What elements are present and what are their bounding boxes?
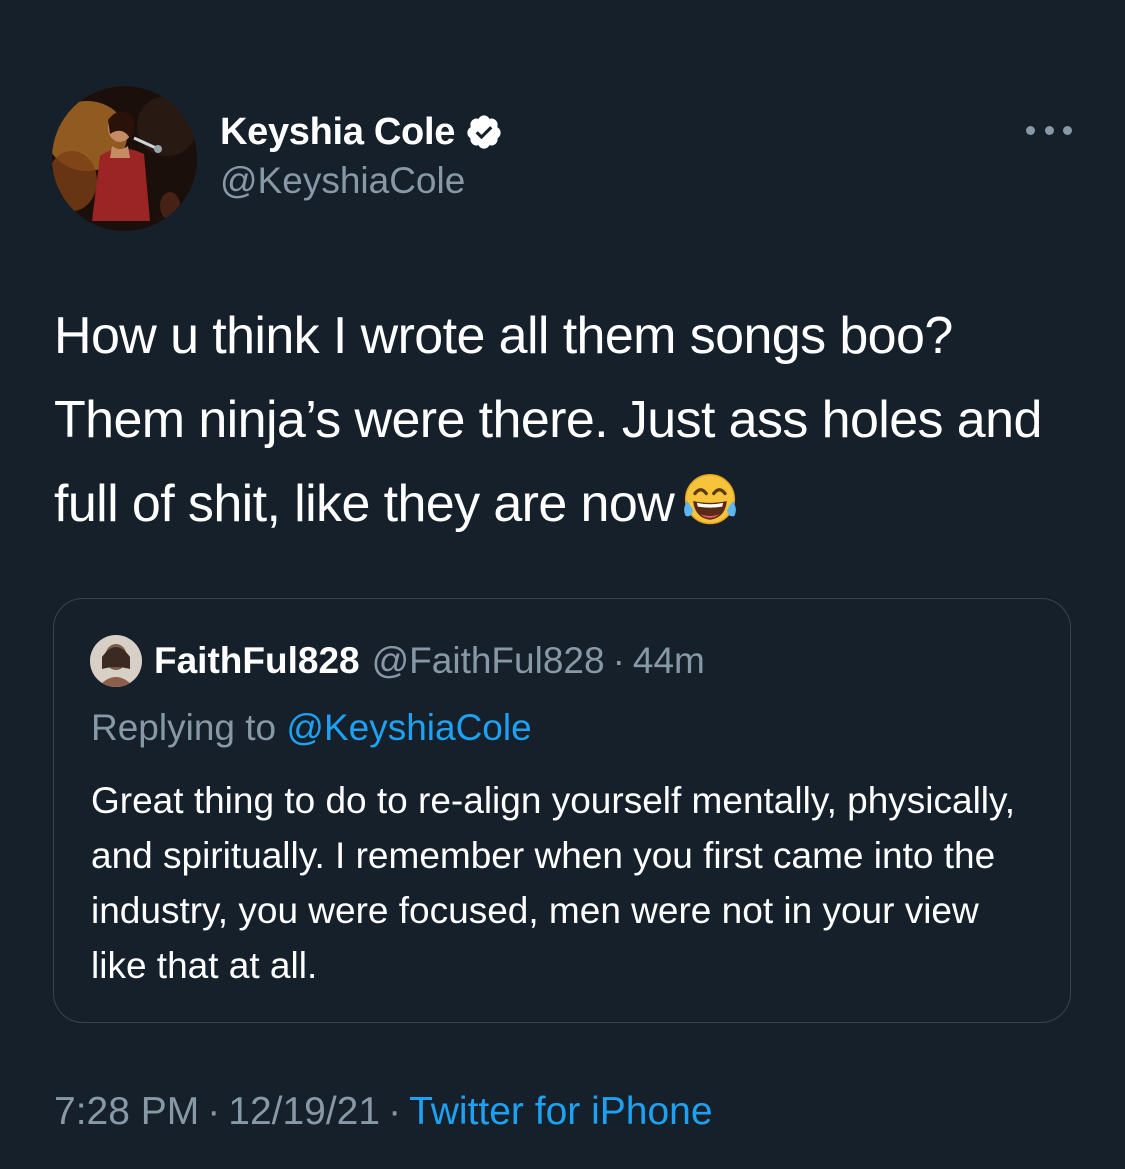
verified-badge-icon: [467, 115, 501, 149]
quoted-tweet-text: Great thing to do to re-align yourself m…: [91, 780, 1016, 986]
profile-photo: [52, 86, 197, 231]
tweet-time[interactable]: 7:28 PM: [54, 1090, 199, 1133]
quoted-author-avatar[interactable]: [90, 635, 142, 687]
quoted-author-name[interactable]: FaithFul828: [154, 640, 360, 682]
face-with-tears-of-joy-emoji: [684, 474, 737, 525]
quoted-tweet-time[interactable]: 44m: [633, 640, 705, 682]
author-info: Keyshia Cole @KeyshiaCole: [220, 108, 503, 202]
tweet-text: How u think I wrote all them songs boo? …: [54, 307, 1042, 533]
more-dot: [1026, 125, 1035, 135]
tweet-body: How u think I wrote all them songs boo? …: [54, 294, 1084, 546]
tweet-date[interactable]: 12/19/21: [228, 1090, 380, 1133]
separator-dot: ·: [388, 1090, 402, 1133]
quoted-tweet-header: FaithFul828 @FaithFul828 · 44m: [90, 635, 705, 687]
author-avatar[interactable]: [52, 86, 197, 231]
replying-prefix: Replying to: [91, 707, 277, 748]
replying-to: Replying to @KeyshiaCole: [91, 707, 532, 749]
profile-photo: [90, 635, 142, 687]
author-handle[interactable]: @KeyshiaCole: [220, 160, 503, 202]
tweet-source-link[interactable]: Twitter for iPhone: [409, 1090, 712, 1133]
replying-mention-link[interactable]: @KeyshiaCole: [286, 707, 531, 748]
separator-dot: ·: [612, 640, 625, 681]
more-options-icon[interactable]: [1026, 118, 1072, 142]
author-display-name[interactable]: Keyshia Cole: [220, 111, 455, 154]
tweet-detail: Keyshia Cole @KeyshiaCole How u think I …: [0, 0, 1125, 1169]
tweet-footer: 7:28 PM · 12/19/21 · Twitter for iPhone: [54, 1090, 713, 1134]
quoted-tweet[interactable]: FaithFul828 @FaithFul828 · 44m Replying …: [53, 598, 1071, 1023]
separator-dot: ·: [207, 1090, 221, 1133]
quoted-author-handle[interactable]: @FaithFul828: [372, 640, 605, 682]
more-dot: [1063, 125, 1072, 135]
more-dot: [1044, 125, 1054, 135]
